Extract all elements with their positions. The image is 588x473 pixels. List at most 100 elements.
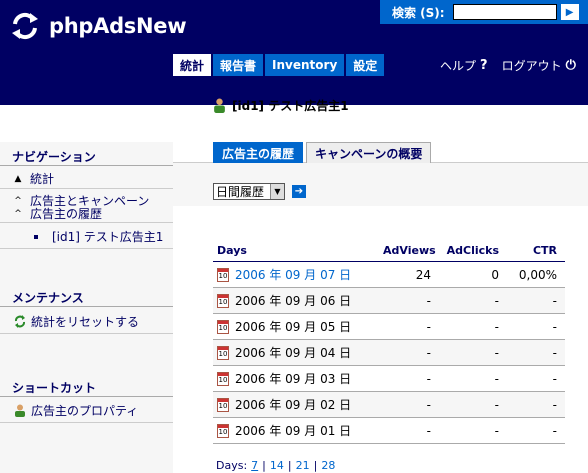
col-days: Days xyxy=(217,244,247,257)
adviews-cell: - xyxy=(426,293,431,308)
col-adclicks: AdClicks xyxy=(446,244,499,257)
user-icon xyxy=(214,98,225,113)
bullet-icon xyxy=(34,235,38,239)
sidebar-item-label: 広告主の履歴 xyxy=(30,207,103,221)
ctr-cell: 0,00% xyxy=(518,267,557,282)
divider xyxy=(0,306,173,307)
help-question-icon: ? xyxy=(480,58,488,73)
day-cell: 10 2006 年 09 月 06 日 xyxy=(213,292,383,309)
pager-option-21[interactable]: 21 xyxy=(296,459,310,472)
history-table: Days AdViews AdClicks CTR 10 2006 年 09 月 … xyxy=(213,240,565,444)
table-body: 10 2006 年 09 月 07 日 24 0 0,00% 10 2006 年 09 月 … xyxy=(213,262,565,444)
adviews-cell: - xyxy=(426,397,431,412)
user-icon xyxy=(15,404,25,417)
day-label: 2006 年 09 月 03 日 xyxy=(235,372,352,386)
main-tabs: 統計 報告書 Inventory 設定 xyxy=(173,54,386,76)
advertiser-properties-label: 広告主のプロパティ xyxy=(31,404,139,418)
ctr-cell: - xyxy=(552,345,557,360)
logo-refresh-icon xyxy=(7,8,43,44)
power-icon: ⏻ xyxy=(565,58,576,73)
adclicks-cell: - xyxy=(494,345,499,360)
calendar-icon: 10 xyxy=(217,293,229,308)
day-label: 2006 年 09 月 04 日 xyxy=(235,346,352,360)
tab-advertiser-history[interactable]: 広告主の履歴 xyxy=(213,142,304,163)
sub-tabs: 広告主の履歴 キャンペーンの概要 xyxy=(213,142,434,163)
day-cell: 10 2006 年 09 月 01 日 xyxy=(213,422,383,439)
divider xyxy=(0,188,173,189)
period-select[interactable]: 日間履歴 ▼ xyxy=(213,183,285,200)
reset-arrows-icon xyxy=(15,315,25,328)
top-nav: ヘルプ ? ログアウト ⏻ xyxy=(440,57,576,74)
pager-separator: | xyxy=(262,459,266,472)
logo[interactable]: phpAdsNew xyxy=(6,6,187,46)
sidebar-item-advertiser-history[interactable]: ^ 広告主の履歴 xyxy=(14,205,102,222)
sidebar-item-statistics[interactable]: ▲ 統計 xyxy=(14,170,54,187)
day-cell: 10 2006 年 09 月 03 日 xyxy=(213,370,383,387)
table-row: 10 2006 年 09 月 04 日 - - - xyxy=(213,340,565,366)
tab-statistics[interactable]: 統計 xyxy=(173,54,212,76)
pager-label: Days: xyxy=(216,459,248,472)
chevron-down-icon: ▼ xyxy=(270,184,284,199)
calendar-icon: 10 xyxy=(217,371,229,386)
table-row: 10 2006 年 09 月 02 日 - - - xyxy=(213,392,565,418)
calendar-icon: 10 xyxy=(217,345,229,360)
table-row: 10 2006 年 09 月 07 日 24 0 0,00% xyxy=(213,262,565,288)
ctr-cell: - xyxy=(552,397,557,412)
day-label: 2006 年 09 月 06 日 xyxy=(235,294,352,308)
table-row: 10 2006 年 09 月 06 日 - - - xyxy=(213,288,565,314)
day-label: 2006 年 09 月 05 日 xyxy=(235,320,352,334)
tab-reports[interactable]: 報告書 xyxy=(213,54,264,76)
tab-inventory[interactable]: Inventory xyxy=(265,54,345,76)
logout-link[interactable]: ログアウト ⏻ xyxy=(502,57,576,74)
reset-statistics-link[interactable]: 統計をリセットする xyxy=(14,313,139,330)
divider xyxy=(0,165,173,166)
period-select-value: 日間履歴 xyxy=(216,185,265,199)
caret-up-icon: ^ xyxy=(14,208,22,219)
search-bar: 検索 (S): ▶ xyxy=(380,0,588,24)
pager-option-7[interactable]: 7 xyxy=(251,459,258,472)
day-cell: 10 2006 年 09 月 02 日 xyxy=(213,396,383,413)
day-label[interactable]: 2006 年 09 月 07 日 xyxy=(235,266,351,283)
search-input[interactable] xyxy=(452,4,557,20)
adviews-cell: - xyxy=(426,371,431,386)
advertiser-properties-link[interactable]: 広告主のプロパティ xyxy=(14,402,138,419)
day-cell[interactable]: 10 2006 年 09 月 07 日 xyxy=(213,266,383,283)
advertiser-title-text: [id1] テスト広告主1 xyxy=(232,99,349,113)
tab-campaign-overview[interactable]: キャンペーンの概要 xyxy=(306,142,432,163)
adclicks-cell: - xyxy=(494,371,499,386)
day-label: 2006 年 09 月 02 日 xyxy=(235,398,352,412)
adclicks-cell: - xyxy=(494,423,499,438)
table-header: Days AdViews AdClicks CTR xyxy=(213,240,565,262)
double-caret-up-icon: ▲ xyxy=(14,173,22,184)
period-go-icon[interactable]: ➔ xyxy=(292,185,306,198)
pager-separator: | xyxy=(313,459,318,472)
help-link[interactable]: ヘルプ ? xyxy=(440,57,488,74)
adviews-cell: - xyxy=(426,319,431,334)
divider xyxy=(0,422,173,423)
day-cell: 10 2006 年 09 月 04 日 xyxy=(213,344,383,361)
sidebar-maintenance-heading: メンテナンス xyxy=(12,291,84,305)
sidebar-item-advertiser-id1[interactable]: [id1] テスト広告主1 xyxy=(52,228,163,245)
days-pager: Days: 7 | 14 | 21 | 28 xyxy=(216,459,339,472)
sidebar-shortcut-heading: ショートカット xyxy=(12,381,97,395)
search-label: 検索 (S): xyxy=(392,5,445,20)
app-header: phpAdsNew 検索 (S): ▶ 統計 報告書 Inventory 設定 … xyxy=(0,0,588,105)
tab-settings[interactable]: 設定 xyxy=(346,54,385,76)
logout-label: ログアウト xyxy=(501,59,562,73)
pager-option-28[interactable]: 28 xyxy=(321,459,335,472)
ctr-cell: - xyxy=(552,319,557,334)
table-row: 10 2006 年 09 月 03 日 - - - xyxy=(213,366,565,392)
search-go-icon[interactable]: ▶ xyxy=(560,4,579,20)
adclicks-cell: 0 xyxy=(491,267,499,282)
adclicks-cell: - xyxy=(494,319,499,334)
pager-separator: | xyxy=(287,459,292,472)
table-row: 10 2006 年 09 月 05 日 - - - xyxy=(213,314,565,340)
sidebar-navigation-heading: ナビゲーション xyxy=(12,150,96,164)
page-title: [id1] テスト広告主1 xyxy=(213,97,349,114)
adclicks-cell: - xyxy=(494,397,499,412)
adviews-cell: - xyxy=(426,345,431,360)
calendar-icon: 10 xyxy=(217,267,229,282)
pager-option-14[interactable]: 14 xyxy=(270,459,284,472)
col-adviews: AdViews xyxy=(383,244,436,257)
divider xyxy=(0,396,173,397)
